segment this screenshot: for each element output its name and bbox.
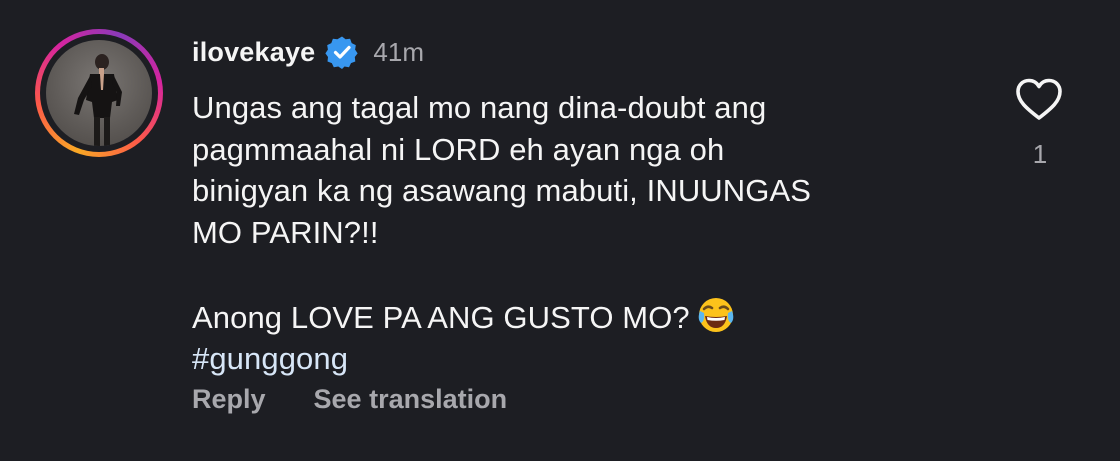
avatar[interactable] bbox=[46, 40, 152, 146]
comment-text-line: binigyan ka ng asawang mabuti, INUUNGAS bbox=[192, 173, 812, 208]
comment-header: ilovekaye 41m bbox=[192, 30, 424, 74]
comment-text-segment: Anong LOVE PA ANG GUSTO MO? bbox=[192, 299, 690, 335]
comment-text-line: Anong LOVE PA ANG GUSTO MO? bbox=[192, 295, 952, 339]
tears-of-joy-emoji-icon bbox=[696, 295, 736, 335]
see-translation-button[interactable]: See translation bbox=[314, 384, 508, 415]
comment-text-line: MO PARIN?!! bbox=[192, 214, 379, 250]
comment-timestamp: 41m bbox=[373, 36, 424, 67]
avatar-story-ring[interactable] bbox=[35, 29, 163, 157]
avatar-ring-gap bbox=[40, 34, 158, 152]
comment-text-line: Ungas ang tagal mo nang dina-doubt ang bbox=[192, 90, 767, 125]
like-count: 1 bbox=[1032, 139, 1048, 169]
avatar-photo bbox=[74, 54, 122, 146]
hashtag-link[interactable]: #gunggong bbox=[192, 338, 952, 380]
comment-body: Ungas ang tagal mo nang dina-doubt ang p… bbox=[192, 87, 952, 380]
comment-item: ilovekaye 41m Ungas ang tagal mo nang di… bbox=[0, 0, 1120, 461]
heart-outline-icon[interactable] bbox=[1014, 76, 1064, 122]
verified-badge-icon bbox=[325, 35, 359, 69]
reply-button[interactable]: Reply bbox=[192, 384, 266, 415]
username-link[interactable]: ilovekaye bbox=[192, 37, 315, 68]
comment-text-line: pagmmaahal ni LORD eh ayan nga oh bbox=[192, 131, 725, 167]
comment-actions: Reply See translation bbox=[192, 384, 507, 415]
